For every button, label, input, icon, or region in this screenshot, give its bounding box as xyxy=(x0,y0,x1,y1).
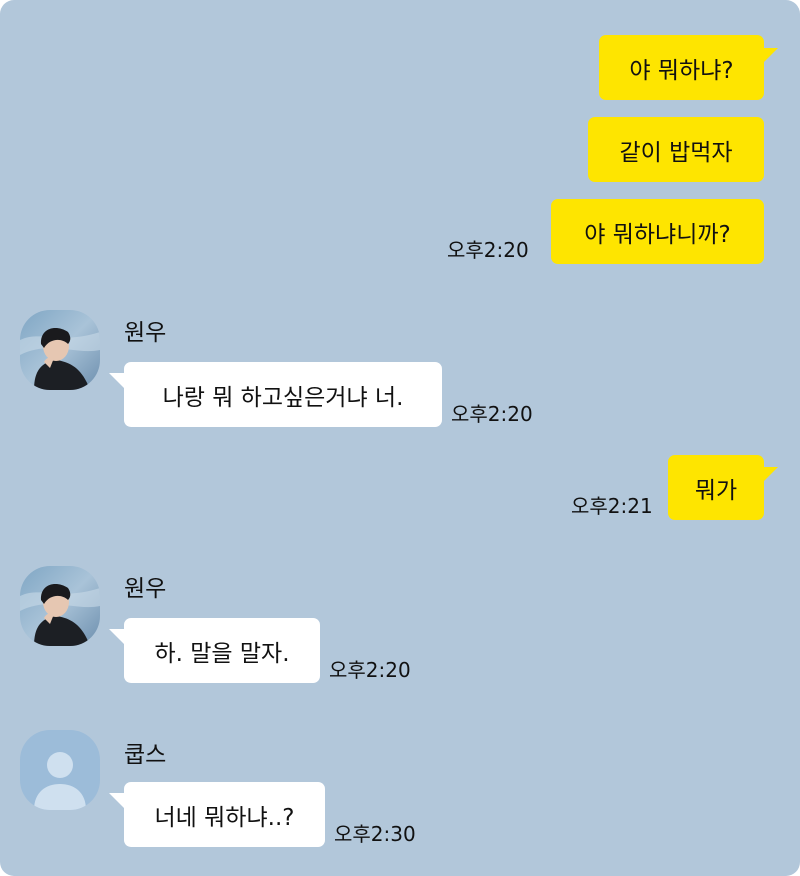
my-message-bubble[interactable]: 야 뭐하냐? xyxy=(599,35,764,100)
sender-name: 원우 xyxy=(124,576,167,602)
message-timestamp: 오후2:20 xyxy=(447,238,529,262)
message-timestamp: 오후2:30 xyxy=(334,822,416,846)
my-message-bubble[interactable]: 뭐가 xyxy=(668,455,764,520)
profile-photo-icon xyxy=(20,310,100,390)
their-message-bubble[interactable]: 하. 말을 말자. xyxy=(124,618,320,683)
their-message-bubble[interactable]: 너네 뭐하냐..? xyxy=(124,782,325,847)
their-message-bubble[interactable]: 나랑 뭐 하고싶은거냐 너. xyxy=(124,362,442,427)
sender-name: 쿱스 xyxy=(124,742,167,768)
message-timestamp: 오후2:20 xyxy=(451,402,533,426)
chat-room: 야 뭐하냐? 같이 밥먹자 야 뭐하냐니까? 오후2:20 원우 나랑 뭐 하고… xyxy=(0,0,800,876)
my-message-bubble[interactable]: 같이 밥먹자 xyxy=(588,117,764,182)
my-message-bubble[interactable]: 야 뭐하냐니까? xyxy=(551,199,764,264)
avatar[interactable] xyxy=(20,730,100,810)
default-person-icon xyxy=(20,730,100,810)
message-timestamp: 오후2:21 xyxy=(571,494,653,518)
sender-name: 원우 xyxy=(124,320,167,346)
bubble-tail xyxy=(762,467,778,483)
bubble-tail xyxy=(109,793,125,809)
profile-photo-icon xyxy=(20,566,100,646)
avatar[interactable] xyxy=(20,310,100,390)
bubble-tail xyxy=(109,373,125,389)
message-timestamp: 오후2:20 xyxy=(329,658,411,682)
bubble-tail xyxy=(109,629,125,645)
bubble-tail xyxy=(762,48,778,64)
avatar[interactable] xyxy=(20,566,100,646)
